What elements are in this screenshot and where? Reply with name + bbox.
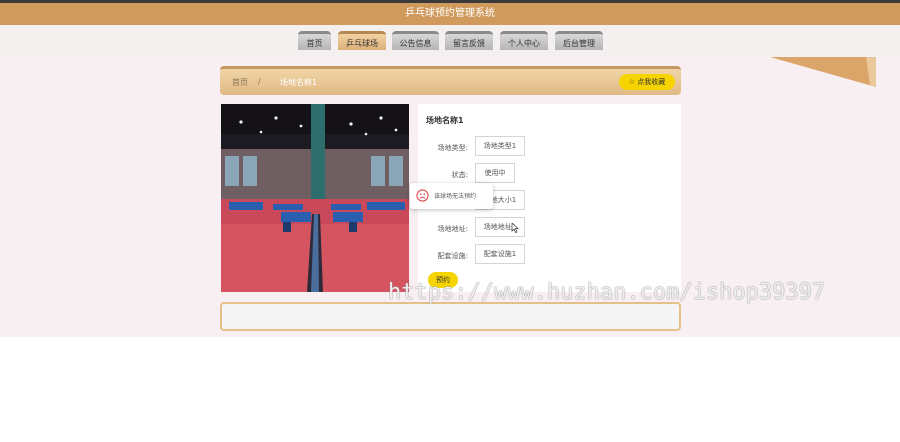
status-label: 状态: (451, 171, 468, 179)
nav-item-label: 个人中心 (508, 39, 540, 48)
collect-button[interactable]: ☆ 点我收藏 (619, 74, 675, 90)
breadcrumb: 首页 / 场地名称1 ☆ 点我收藏 (220, 66, 681, 95)
breadcrumb-home[interactable]: 首页 (232, 77, 248, 88)
site-title: 乒乓球预约管理系统 (405, 8, 495, 19)
toast-message: 该球场无法预约 (410, 183, 493, 209)
toast-text: 该球场无法预约 (434, 193, 477, 200)
comment-area[interactable] (220, 302, 681, 331)
corner-decoration (770, 57, 876, 87)
mouse-pointer-icon (511, 223, 519, 233)
court-name: 场地名称1 (426, 116, 464, 125)
nav-item-home[interactable]: 首页 (298, 31, 331, 50)
page: 乒乓球预约管理系统 首页 乒乓球场 公告信息 留言反馈 个人中心 后台管理 首页… (0, 0, 900, 442)
nav-item-notices[interactable]: 公告信息 (392, 31, 439, 50)
nav-item-label: 首页 (306, 39, 323, 48)
nav-item-admin[interactable]: 后台管理 (555, 31, 603, 50)
breadcrumb-separator: / (258, 77, 261, 86)
status-value: 使用中 (475, 163, 515, 183)
sad-face-icon (416, 189, 429, 202)
nav-item-courts[interactable]: 乒乓球场 (338, 31, 386, 50)
facilities-value: 配套设施1 (475, 244, 525, 264)
nav-item-label: 后台管理 (563, 39, 595, 48)
facilities-label: 配套设施: (437, 252, 468, 260)
nav-item-user-center[interactable]: 个人中心 (500, 31, 548, 50)
nav-item-label: 留言反馈 (453, 39, 485, 48)
court-type-value: 场地类型1 (475, 136, 525, 156)
nav-item-label: 乒乓球场 (346, 39, 378, 48)
court-type-label: 场地类型: (437, 144, 468, 152)
nav-item-label: 公告信息 (399, 39, 432, 48)
site-header: 乒乓球预约管理系统 (0, 3, 900, 25)
collect-button-label: ☆ 点我收藏 (628, 78, 666, 86)
court-address-label: 场地地址: (437, 225, 468, 233)
watermark-text: https://www.huzhan.com/ishop39397 (388, 280, 826, 305)
court-photo (221, 104, 409, 292)
breadcrumb-current: 场地名称1 (280, 78, 318, 87)
main-nav: 首页 乒乓球场 公告信息 留言反馈 个人中心 后台管理 (0, 25, 900, 57)
nav-item-feedback[interactable]: 留言反馈 (445, 31, 493, 50)
